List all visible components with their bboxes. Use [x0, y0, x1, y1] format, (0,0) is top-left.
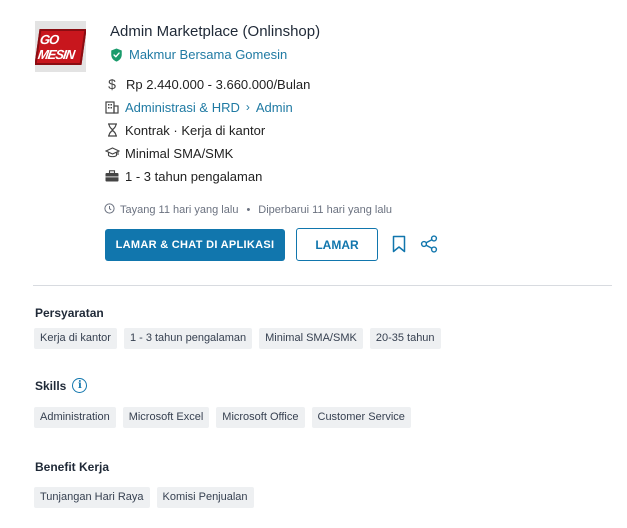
skills-title: Skills i	[35, 378, 88, 393]
category-row: Administrasi & HRD › Admin	[104, 99, 293, 115]
experience-row: 1 - 3 tahun pengalaman	[104, 168, 262, 184]
requirements-chips: Kerja di kantor 1 - 3 tahun pengalaman M…	[34, 328, 441, 349]
skill-chip: Microsoft Office	[216, 407, 305, 428]
company-logo[interactable]: GO MESIN	[35, 21, 86, 72]
apply-button[interactable]: LAMAR	[296, 228, 378, 261]
subcategory-link[interactable]: Admin	[256, 100, 293, 115]
skill-chip: Microsoft Excel	[122, 407, 210, 428]
requirement-chip: Kerja di kantor	[34, 328, 117, 349]
dollar-icon: $	[108, 76, 116, 92]
share-icon[interactable]	[418, 233, 440, 255]
apply-chat-button[interactable]: LAMAR & CHAT DI APLIKASI	[105, 229, 285, 261]
benefit-chip: Tunjangan Hari Raya	[34, 487, 150, 508]
graduation-cap-icon	[104, 145, 120, 161]
requirements-title-text: Persyaratan	[35, 306, 104, 320]
section-divider	[33, 285, 612, 286]
info-icon[interactable]: i	[72, 378, 88, 393]
bookmark-icon[interactable]	[388, 233, 410, 255]
salary-text: Rp 2.440.000 - 3.660.000/Bulan	[126, 76, 311, 92]
skill-chip: Customer Service	[311, 407, 411, 428]
company-logo-text: GO MESIN	[35, 28, 86, 65]
posting-meta: Tayang 11 hari yang lalu • Diperbarui 11…	[104, 203, 392, 217]
skills-chips: Administration Microsoft Excel Microsoft…	[34, 407, 411, 428]
briefcase-icon	[104, 168, 120, 184]
chevron-right-icon: ›	[245, 100, 250, 114]
company-name: Makmur Bersama Gomesin	[129, 47, 288, 62]
category-link[interactable]: Administrasi & HRD	[125, 100, 240, 115]
clock-icon	[104, 203, 115, 217]
meta-separator: •	[246, 204, 251, 216]
education-text: Minimal SMA/SMK	[125, 145, 234, 161]
benefit-chip: Komisi Penjualan	[156, 487, 254, 508]
requirements-title: Persyaratan	[35, 306, 104, 320]
building-icon	[104, 99, 120, 115]
benefits-chips: Tunjangan Hari Raya Komisi Penjualan	[34, 487, 254, 508]
requirement-chip: Minimal SMA/SMK	[259, 328, 363, 349]
benefits-title-text: Benefit Kerja	[35, 460, 110, 474]
job-title: Admin Marketplace (Onlinshop)	[110, 23, 321, 40]
salary-row: $ Rp 2.440.000 - 3.660.000/Bulan	[104, 76, 310, 92]
verified-shield-icon	[111, 47, 122, 62]
updated-text: Diperbarui 11 hari yang lalu	[258, 204, 393, 216]
job-type-text: Kontrak · Kerja di kantor	[125, 122, 266, 138]
posted-text: Tayang 11 hari yang lalu	[120, 204, 239, 216]
experience-text: 1 - 3 tahun pengalaman	[125, 168, 263, 184]
company-link[interactable]: Makmur Bersama Gomesin	[110, 47, 287, 62]
skill-chip: Administration	[34, 407, 116, 428]
requirement-chip: 1 - 3 tahun pengalaman	[123, 328, 253, 349]
job-type-row: Kontrak · Kerja di kantor	[104, 122, 265, 138]
hourglass-icon	[104, 122, 120, 138]
education-row: Minimal SMA/SMK	[104, 145, 233, 161]
benefits-title: Benefit Kerja	[35, 460, 109, 474]
requirement-chip: 20-35 tahun	[369, 328, 441, 349]
skills-title-text: Skills	[35, 378, 67, 393]
